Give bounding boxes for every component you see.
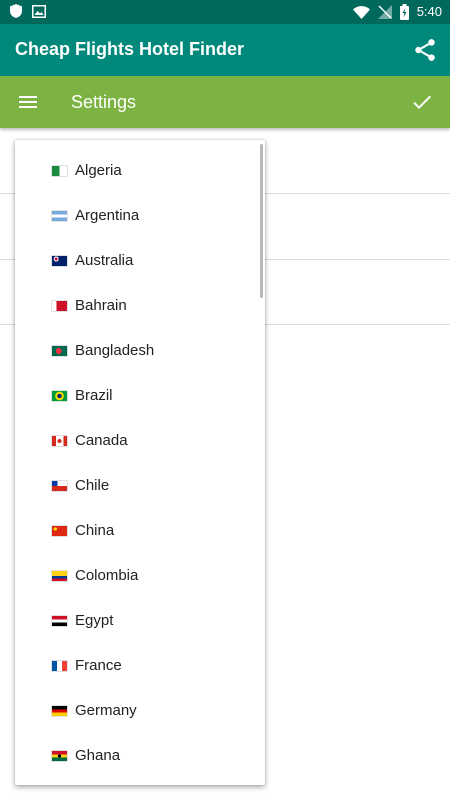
brazil-flag-icon	[52, 390, 67, 401]
country-name: Canada	[75, 432, 128, 449]
country-name: Algeria	[75, 162, 122, 179]
country-item-brazil[interactable]: Brazil	[15, 373, 265, 418]
country-dropdown[interactable]: Algeria Argentina Australia Bahrain Bang…	[15, 140, 265, 785]
country-item-bangladesh[interactable]: Bangladesh	[15, 328, 265, 373]
share-icon[interactable]	[412, 37, 438, 63]
chile-flag-icon	[52, 480, 67, 491]
country-name: Chile	[75, 477, 110, 494]
france-flag-icon	[52, 660, 67, 671]
country-item-colombia[interactable]: Colombia	[15, 553, 265, 598]
country-name: Bangladesh	[75, 342, 155, 359]
colombia-flag-icon	[52, 570, 67, 581]
app-title: Cheap Flights Hotel Finder	[15, 39, 245, 59]
bahrain-flag-icon	[52, 300, 67, 311]
country-item-egypt[interactable]: Egypt	[15, 598, 265, 643]
country-item-bahrain[interactable]: Bahrain	[15, 283, 265, 328]
clock: 5:40	[416, 4, 442, 19]
app-bar: Cheap Flights Hotel Finder	[0, 24, 450, 76]
australia-flag-icon	[52, 255, 67, 266]
algeria-flag-icon	[52, 165, 67, 176]
image-icon	[32, 4, 46, 18]
country-name: Germany	[75, 702, 137, 719]
country-item-algeria[interactable]: Algeria	[15, 148, 265, 193]
country-item-france[interactable]: France	[15, 643, 265, 688]
china-flag-icon	[52, 525, 67, 536]
country-name: Colombia	[75, 567, 139, 584]
ghana-flag-icon	[52, 750, 67, 761]
canada-flag-icon	[52, 435, 67, 446]
country-name: Argentina	[75, 207, 140, 224]
country-name: China	[75, 522, 115, 539]
shield-icon	[10, 4, 22, 18]
country-item-chile[interactable]: Chile	[15, 463, 265, 508]
country-item-australia[interactable]: Australia	[15, 238, 265, 283]
germany-flag-icon	[52, 705, 67, 716]
country-item-argentina[interactable]: Argentina	[15, 193, 265, 238]
country-list: Algeria Argentina Australia Bahrain Bang…	[15, 148, 265, 778]
country-item-ghana[interactable]: Ghana	[15, 733, 265, 778]
argentina-flag-icon	[52, 210, 67, 221]
check-icon[interactable]	[410, 90, 434, 114]
country-name: Australia	[75, 252, 134, 269]
country-name: Bahrain	[75, 297, 127, 314]
bangladesh-flag-icon	[52, 345, 67, 356]
country-item-germany[interactable]: Germany	[15, 688, 265, 733]
menu-icon[interactable]	[16, 90, 40, 114]
country-item-china[interactable]: China	[15, 508, 265, 553]
wifi-icon	[352, 5, 370, 19]
settings-toolbar: Settings	[0, 76, 450, 128]
country-name: France	[75, 657, 122, 674]
egypt-flag-icon	[52, 615, 67, 626]
settings-title: Settings	[71, 92, 137, 112]
country-name: Brazil	[75, 387, 113, 404]
country-item-canada[interactable]: Canada	[15, 418, 265, 463]
country-name: Ghana	[75, 747, 121, 764]
battery-icon	[399, 4, 409, 20]
no-signal-icon	[377, 5, 392, 19]
country-name: Egypt	[75, 612, 114, 629]
status-bar: 5:40	[0, 0, 450, 24]
